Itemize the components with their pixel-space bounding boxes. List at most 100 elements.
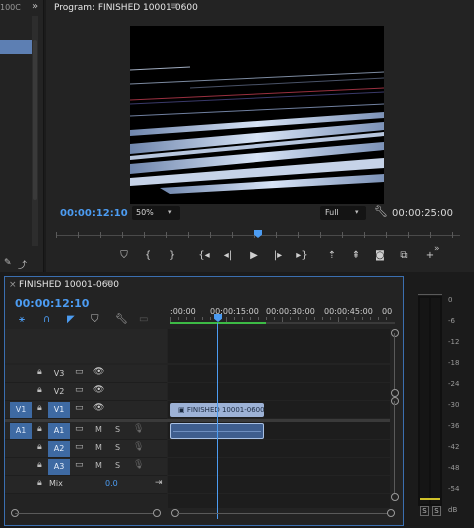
- mark-in-icon[interactable]: {: [140, 250, 156, 261]
- go-to-out-icon[interactable]: ▸}: [294, 250, 310, 261]
- double-chevron-icon[interactable]: »: [32, 1, 38, 12]
- db-label: -42: [448, 443, 460, 451]
- track-lane[interactable]: [168, 458, 390, 476]
- eye-icon[interactable]: 👁︎: [93, 367, 104, 377]
- track-lane[interactable]: [168, 365, 390, 383]
- go-to-end-icon[interactable]: ⇥: [155, 478, 163, 488]
- source-tab-fragment[interactable]: 100C: [0, 3, 21, 12]
- track-target-button[interactable]: V2: [48, 384, 70, 400]
- track-lane[interactable]: [168, 383, 390, 401]
- sync-lock-icon[interactable]: ▭: [75, 424, 84, 434]
- source-scroll-thumb[interactable]: [33, 40, 37, 200]
- mute-button[interactable]: M: [95, 461, 102, 470]
- hamburger-icon[interactable]: ≡: [170, 1, 178, 12]
- sync-lock-icon[interactable]: ▭: [75, 403, 84, 413]
- scroll-handle[interactable]: [391, 397, 399, 405]
- wrench-icon[interactable]: 🔧︎: [374, 205, 388, 218]
- scroll-handle[interactable]: [391, 493, 399, 501]
- vertical-scrollbar[interactable]: [391, 329, 399, 504]
- lock-icon[interactable]: 🔒︎: [37, 367, 42, 377]
- eye-icon[interactable]: 👁︎: [93, 403, 104, 413]
- lock-icon[interactable]: 🔒︎: [37, 424, 42, 434]
- timeline-timecode[interactable]: 00:00:12:10: [15, 297, 89, 310]
- program-scrubber[interactable]: [56, 230, 460, 240]
- mute-button[interactable]: M: [95, 425, 102, 434]
- scrubber-tick: [452, 232, 453, 238]
- sync-lock-icon[interactable]: ▭: [75, 385, 84, 395]
- track-target-button[interactable]: A3: [48, 459, 70, 475]
- scroll-line: [177, 513, 395, 514]
- track-lane[interactable]: [168, 476, 390, 494]
- resolution-value: Full: [325, 208, 339, 217]
- play-icon[interactable]: ▶: [246, 250, 262, 261]
- meter-top-line: [418, 294, 442, 295]
- track-target-button[interactable]: V3: [48, 366, 70, 382]
- extract-icon[interactable]: ⇞: [348, 250, 364, 261]
- lock-icon[interactable]: 🔒︎: [37, 478, 42, 488]
- timeline-title[interactable]: FINISHED 10001-0600: [19, 280, 119, 290]
- lift-icon[interactable]: ⇡: [324, 250, 340, 261]
- close-icon[interactable]: ×: [9, 280, 17, 290]
- captions-icon[interactable]: ▭: [139, 314, 148, 325]
- scroll-handle[interactable]: [153, 509, 161, 517]
- expand-icon[interactable]: »: [434, 244, 440, 254]
- work-area-bar[interactable]: [170, 322, 266, 324]
- resolution-select[interactable]: Full ▾: [320, 206, 366, 220]
- sync-lock-icon[interactable]: ▭: [75, 367, 84, 377]
- source-patch-button[interactable]: V1: [10, 402, 32, 418]
- track-target-button[interactable]: V1: [48, 402, 70, 418]
- nest-icon[interactable]: ⚹: [19, 314, 25, 325]
- mark-out-icon[interactable]: }: [164, 250, 180, 261]
- fx-icon: ▣: [178, 406, 187, 414]
- scroll-handle[interactable]: [391, 329, 399, 337]
- source-patch-button[interactable]: A1: [10, 423, 32, 439]
- horizontal-scrollbar[interactable]: [11, 509, 395, 517]
- lock-icon[interactable]: 🔒︎: [37, 442, 42, 452]
- lock-icon[interactable]: 🔒︎: [37, 460, 42, 470]
- eye-icon[interactable]: 👁︎: [93, 385, 104, 395]
- linked-selection-icon[interactable]: ◤: [67, 314, 75, 325]
- snap-magnet-icon[interactable]: ∩: [43, 314, 50, 325]
- step-back-icon[interactable]: ◂|: [220, 250, 236, 261]
- program-playhead[interactable]: [254, 230, 262, 238]
- scroll-handle[interactable]: [391, 389, 399, 397]
- add-marker-icon[interactable]: ⛉: [91, 314, 99, 325]
- microphone-icon[interactable]: 🎙︎: [133, 442, 144, 452]
- track-lane[interactable]: [168, 422, 390, 440]
- add-marker-icon[interactable]: ⛉: [116, 250, 132, 261]
- track-lane[interactable]: ▣ FINISHED 10001-0600.m: [168, 401, 390, 419]
- selected-item-bar[interactable]: [0, 40, 32, 54]
- hamburger-icon[interactable]: ≡: [105, 278, 113, 289]
- track-lane[interactable]: [168, 440, 390, 458]
- pencil-icon[interactable]: ✎: [4, 258, 12, 268]
- zoom-select[interactable]: 50% ▾: [132, 206, 180, 220]
- sync-lock-icon[interactable]: ▭: [75, 460, 84, 470]
- sync-lock-icon[interactable]: ▭: [75, 442, 84, 452]
- camera-icon[interactable]: ◙: [372, 250, 388, 261]
- lock-icon[interactable]: 🔒︎: [37, 385, 42, 395]
- mute-button[interactable]: M: [95, 443, 102, 452]
- track-target-button[interactable]: A2: [48, 441, 70, 457]
- time-ruler[interactable]: :00:00 00:00:15:00 00:00:30:00 00:00:45:…: [170, 305, 395, 327]
- video-frame: [130, 66, 384, 194]
- lock-icon[interactable]: 🔒︎: [37, 403, 42, 413]
- solo-right-button[interactable]: S: [432, 506, 441, 516]
- go-to-in-icon[interactable]: {◂: [196, 250, 212, 261]
- solo-button[interactable]: S: [115, 461, 120, 470]
- scroll-handle[interactable]: [387, 509, 395, 517]
- timeline-playhead[interactable]: [214, 314, 222, 322]
- solo-button[interactable]: S: [115, 425, 120, 434]
- video-preview: [130, 26, 384, 204]
- program-current-timecode[interactable]: 00:00:12:10: [60, 208, 128, 219]
- solo-left-button[interactable]: S: [420, 506, 429, 516]
- compare-view-icon[interactable]: ⧉: [396, 250, 412, 261]
- microphone-icon[interactable]: 🎙︎: [133, 460, 144, 470]
- export-icon[interactable]: ⤴: [18, 258, 27, 271]
- ruler-tick: [322, 317, 323, 320]
- track-target-button[interactable]: A1: [48, 423, 70, 439]
- step-forward-icon[interactable]: |▸: [270, 250, 286, 261]
- solo-button[interactable]: S: [115, 443, 120, 452]
- mix-volume-value[interactable]: 0.0: [105, 479, 118, 488]
- wrench-icon[interactable]: 🔧︎: [115, 314, 128, 325]
- microphone-icon[interactable]: 🎙︎: [133, 424, 144, 434]
